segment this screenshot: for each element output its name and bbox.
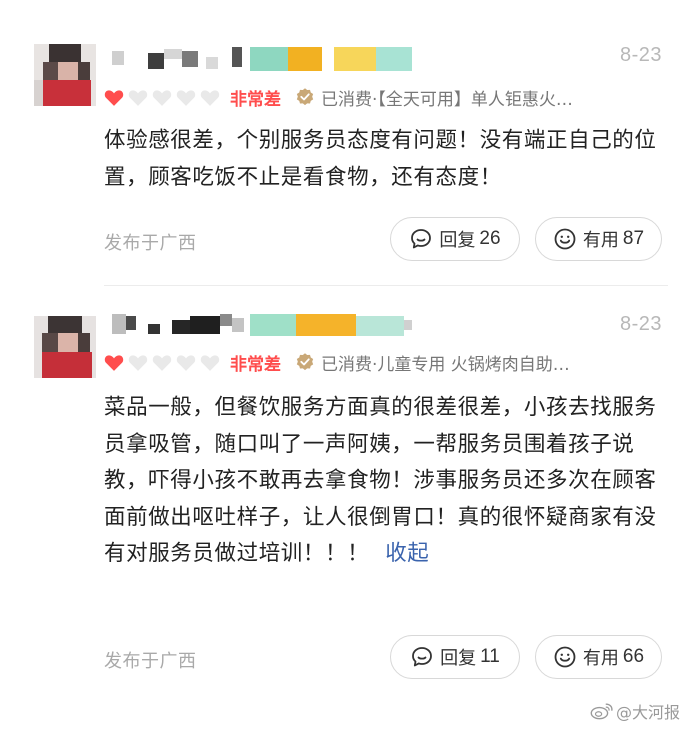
comment-bubble-icon [411, 229, 432, 249]
reply-button[interactable]: 回复 11 [390, 635, 520, 679]
avatar[interactable] [34, 44, 96, 106]
consumed-deal[interactable]: 已消费·儿童专用 火锅烤肉自助… [321, 350, 570, 375]
consumed-deal[interactable]: 已消费·【全天可用】单人钜惠火… [321, 85, 573, 110]
heart-icon [128, 354, 148, 371]
review-card: 8-23 非常差 已消费·【全天可用】单人钜惠火… 体验感很差，个别服务员态度有… [0, 0, 690, 285]
rating-hearts [104, 353, 220, 372]
smiley-icon [554, 646, 576, 668]
heart-icon [200, 354, 220, 371]
weibo-icon [590, 703, 613, 720]
useful-count: 66 [622, 646, 645, 667]
heart-icon [176, 89, 196, 106]
review-meta: 非常差 已消费·【全天可用】单人钜惠火… [104, 82, 664, 112]
useful-button[interactable]: 有用 66 [535, 635, 662, 679]
verified-badge-icon [296, 88, 314, 106]
username-blurred[interactable] [112, 45, 417, 73]
comment-bubble-icon [412, 647, 433, 667]
post-location: 发布于广西 [104, 233, 197, 254]
reply-label: 回复 [439, 230, 476, 251]
heart-icon [104, 354, 124, 371]
review-date: 8-23 [619, 44, 662, 66]
review-text: 菜品一般，但餐饮服务方面真的很差很差，小孩去找服务员拿吸管，随口叫了一声阿姨，一… [104, 390, 660, 573]
username-blurred[interactable] [112, 310, 417, 338]
post-location: 发布于广西 [104, 651, 197, 672]
rating-label: 非常差 [230, 354, 281, 375]
review-date: 8-23 [619, 313, 662, 335]
reply-label: 回复 [440, 648, 477, 669]
verified-badge-icon [296, 353, 314, 371]
heart-icon [176, 354, 196, 371]
heart-icon [152, 354, 172, 371]
reply-count: 11 [480, 646, 500, 667]
watermark-source: 大河报 [631, 703, 680, 722]
watermark-text: @大河报 [615, 703, 680, 722]
review-card: 8-23 非常差 已消费·儿童专用 火锅烤肉自助… 菜品一般，但餐饮服务方面真的… [0, 286, 690, 696]
collapse-link[interactable]: 收起 [385, 541, 429, 566]
review-text-content: 菜品一般，但餐饮服务方面真的很差很差，小孩去找服务员拿吸管，随口叫了一声阿姨，一… [104, 395, 657, 566]
heart-icon [200, 89, 220, 106]
useful-label: 有用 [582, 230, 619, 251]
watermark: @大河报 [590, 699, 680, 723]
heart-icon [152, 89, 172, 106]
smiley-icon [554, 228, 576, 250]
rating-label: 非常差 [230, 89, 281, 110]
avatar[interactable] [34, 316, 96, 378]
useful-button[interactable]: 有用 87 [535, 217, 662, 261]
reply-button[interactable]: 回复 26 [390, 217, 520, 261]
heart-icon [104, 89, 124, 106]
useful-count: 87 [622, 228, 645, 249]
useful-label: 有用 [582, 648, 619, 669]
review-text: 体验感很差，个别服务员态度有问题！没有端正自己的位置，顾客吃饭不止是看食物，还有… [104, 128, 657, 190]
reply-count: 26 [479, 228, 501, 249]
heart-icon [128, 89, 148, 106]
rating-hearts [104, 88, 220, 107]
review-meta: 非常差 已消费·儿童专用 火锅烤肉自助… [104, 347, 664, 377]
